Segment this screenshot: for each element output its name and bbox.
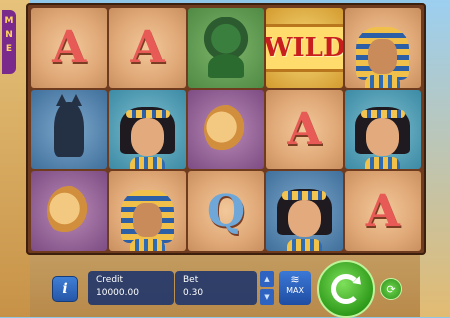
- pharaoh-icon: [120, 189, 175, 251]
- symbol-a: A: [130, 22, 165, 74]
- reel-cell: [266, 171, 343, 251]
- symbol-wild: WILD: [266, 23, 343, 72]
- reel-cell: [344, 8, 421, 88]
- bet-panel: Bet 0.30: [175, 271, 257, 305]
- symbol-a: A: [365, 185, 400, 237]
- cleopatra-icon: [276, 188, 332, 251]
- cat-icon: [53, 93, 85, 158]
- bet-value: 0.30: [183, 288, 204, 298]
- symbol-a: A: [287, 103, 322, 155]
- reel-cell: [187, 89, 265, 170]
- spin-arrows-icon: [331, 274, 361, 304]
- pharaoh-icon: [355, 26, 410, 88]
- reel-cell: [187, 8, 265, 88]
- autoplay-button[interactable]: ⟳: [380, 278, 402, 300]
- credit-value: 10000.00: [96, 288, 139, 298]
- spin-button[interactable]: [317, 260, 375, 318]
- reel-cell: [109, 171, 186, 251]
- reel-cell: A: [31, 8, 108, 88]
- coins-icon: ≋: [290, 273, 300, 286]
- cleopatra-icon: [120, 107, 176, 170]
- max-bet-label: MAX: [286, 286, 304, 295]
- reel-cell: A: [266, 89, 343, 170]
- info-button[interactable]: i: [52, 276, 78, 302]
- reel-cell: WILD: [266, 8, 343, 88]
- bet-label: Bet: [183, 275, 199, 285]
- reel-cell: [109, 89, 186, 170]
- falcon-icon: [47, 186, 92, 236]
- reel-cell: [344, 89, 421, 170]
- bet-stepper: ▲ ▼: [260, 271, 274, 305]
- game-logo-fragment: M N E: [2, 10, 16, 74]
- credit-panel: Credit 10000.00: [88, 271, 174, 305]
- reel-cell: [31, 89, 108, 170]
- cleopatra-icon: [355, 107, 411, 170]
- bet-decrease-button[interactable]: ▼: [260, 289, 274, 305]
- bet-increase-button[interactable]: ▲: [260, 271, 274, 287]
- reel-cell: A: [344, 171, 421, 251]
- cobra-body: [208, 53, 244, 78]
- reel-cell: A: [109, 8, 186, 88]
- symbol-a: A: [52, 22, 87, 74]
- reel-cell: Q: [187, 171, 265, 251]
- credit-label: Credit: [96, 275, 124, 285]
- reel-cell: [31, 171, 108, 251]
- reel-grid: A A WILD A Q A: [31, 8, 421, 251]
- max-bet-button[interactable]: ≋ MAX: [279, 271, 311, 305]
- autoplay-icon: ⟳: [386, 282, 396, 296]
- symbol-q: Q: [206, 185, 246, 237]
- falcon-icon: [203, 104, 249, 155]
